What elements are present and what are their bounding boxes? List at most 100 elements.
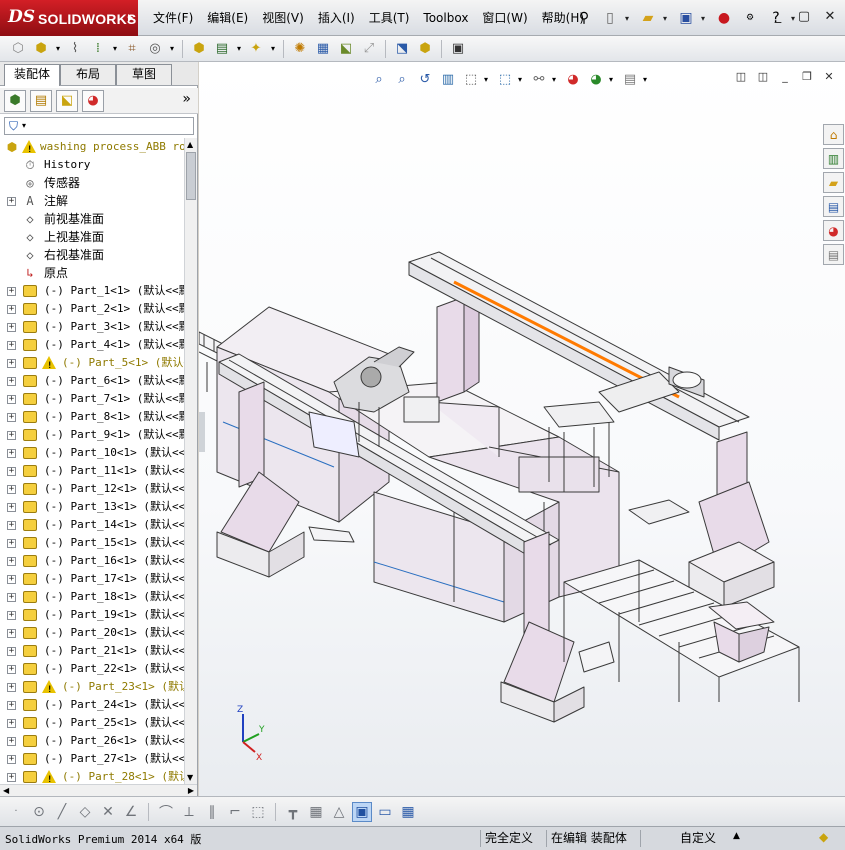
expand-toggle-icon[interactable]: + bbox=[7, 485, 16, 494]
open-folder-icon[interactable]: ▰ bbox=[637, 7, 659, 29]
tree-part-row[interactable]: + (-) Part_20<1> (默认<<暑 bbox=[0, 624, 184, 642]
line-icon[interactable]: ╱ bbox=[52, 802, 72, 822]
four-view-icon[interactable]: ▦ bbox=[398, 802, 418, 822]
tree-part-row[interactable]: + (-) Part_23<1> (默认 bbox=[0, 678, 184, 699]
tree-node[interactable]: ◎ 传感器 bbox=[0, 174, 184, 192]
feature-manager-icon[interactable]: ⬢ bbox=[4, 89, 26, 112]
expand-toggle-icon[interactable]: + bbox=[7, 611, 16, 620]
exploded-view-icon[interactable]: ⬕ bbox=[336, 39, 356, 59]
feature-tree-filter[interactable]: ⛉ ▾ bbox=[4, 117, 194, 135]
new-motion-study-icon[interactable]: ✺ bbox=[290, 39, 310, 59]
expand-toggle-icon[interactable]: + bbox=[7, 197, 16, 206]
scroll-right-arrow-icon[interactable]: ▶ bbox=[188, 786, 194, 795]
expand-toggle-icon[interactable]: + bbox=[7, 665, 16, 674]
expand-toggle-icon[interactable]: + bbox=[7, 413, 16, 422]
tree-part-row[interactable]: + (-) Part_14<1> (默认<<暑 bbox=[0, 516, 184, 534]
tree-horizontal-scrollbar[interactable]: ◀ ▶ bbox=[0, 784, 197, 796]
solidworks-logo-menu[interactable]: DS SOLIDWORKS bbox=[0, 0, 138, 36]
save-icon[interactable]: ▣ bbox=[675, 7, 697, 29]
bill-of-materials-icon[interactable]: ▦ bbox=[313, 39, 333, 59]
parallel-icon[interactable]: ∥ bbox=[202, 802, 222, 822]
graphics-area[interactable]: ⌕ ⌕ ↺ ▥ ⬚ ▾ ⬚ ▾ ⚯ ▾ ◕ ◕ ▾ ▤ ▾ ◫ ◫ _ ❐ ✕ … bbox=[199, 62, 845, 796]
expand-toggle-icon[interactable]: + bbox=[7, 341, 16, 350]
scroll-up-arrow-icon[interactable]: ▲ bbox=[187, 140, 193, 149]
reference-geometry-icon[interactable]: ✦ bbox=[246, 39, 266, 59]
expand-toggle-icon[interactable]: + bbox=[7, 629, 16, 638]
mate-dropdown-icon[interactable]: ▾ bbox=[54, 39, 62, 59]
tree-part-row[interactable]: + (-) Part_2<1> (默认<<默 bbox=[0, 300, 184, 318]
expand-toggle-icon[interactable]: + bbox=[7, 701, 16, 710]
menu-edit[interactable]: 编辑(E) bbox=[200, 6, 255, 30]
insert-component-icon[interactable]: ⬡ bbox=[8, 39, 28, 59]
property-manager-icon[interactable]: ▤ bbox=[30, 89, 52, 112]
diamond-icon[interactable]: ◇ bbox=[75, 802, 95, 822]
new-document-icon[interactable]: ▯ bbox=[599, 7, 621, 29]
expand-toggle-icon[interactable]: + bbox=[7, 539, 16, 548]
new-dropdown-icon[interactable]: ▾ bbox=[625, 14, 633, 23]
tree-part-row[interactable]: + (-) Part_16<1> (默认<<暑 bbox=[0, 552, 184, 570]
scroll-down-arrow-icon[interactable]: ▼ bbox=[187, 773, 193, 782]
point-icon[interactable]: · bbox=[6, 802, 26, 822]
display-manager-icon[interactable]: ◕ bbox=[82, 89, 104, 112]
expand-toggle-icon[interactable]: + bbox=[7, 647, 16, 656]
expand-toggle-icon[interactable]: + bbox=[7, 755, 16, 764]
tab-sketch[interactable]: 草图 bbox=[116, 64, 172, 85]
instant3d-icon[interactable]: ⬔ bbox=[392, 39, 412, 59]
tree-node[interactable]: ◇ 右视基准面 bbox=[0, 246, 184, 264]
move-component-icon[interactable]: ◎ bbox=[145, 39, 165, 59]
expand-toggle-icon[interactable]: + bbox=[7, 575, 16, 584]
tree-part-row[interactable]: + (-) Part_28<1> (默认< bbox=[0, 768, 184, 784]
expand-toggle-icon[interactable]: + bbox=[7, 449, 16, 458]
units-dropdown-icon[interactable]: ▲ bbox=[733, 831, 740, 841]
paperclip-icon[interactable]: ⌇ bbox=[65, 39, 85, 59]
quick-snap-icon[interactable]: ⌐ bbox=[225, 802, 245, 822]
linear-pattern-icon[interactable]: ⁞ bbox=[88, 39, 108, 59]
explode-line-sketch-icon[interactable]: ⤢ bbox=[359, 39, 379, 59]
grid-snap-icon[interactable]: ⬚ bbox=[248, 802, 268, 822]
update-speedpak-icon[interactable]: ⬢ bbox=[415, 39, 435, 59]
tree-part-row[interactable]: + (-) Part_19<1> (默认<<暑 bbox=[0, 606, 184, 624]
tree-part-row[interactable]: + (-) Part_7<1> (默认<<默 bbox=[0, 390, 184, 408]
tree-part-row[interactable]: + (-) Part_10<1> (默认<<暑 bbox=[0, 444, 184, 462]
grid-icon[interactable]: ▦ bbox=[306, 802, 326, 822]
perpendicular-icon[interactable]: ⟂ bbox=[179, 802, 199, 822]
tree-part-row[interactable]: + (-) Part_12<1> (默认<<暑 bbox=[0, 480, 184, 498]
menu-window[interactable]: 窗口(W) bbox=[475, 6, 534, 30]
single-view-icon[interactable]: ▭ bbox=[375, 802, 395, 822]
intersection-icon[interactable]: ✕ bbox=[98, 802, 118, 822]
tab-layout[interactable]: 布局 bbox=[60, 64, 116, 85]
expand-toggle-icon[interactable]: + bbox=[7, 503, 16, 512]
tree-part-row[interactable]: + (-) Part_17<1> (默认<<暑 bbox=[0, 570, 184, 588]
expand-toggle-icon[interactable]: + bbox=[7, 377, 16, 386]
tree-part-row[interactable]: + (-) Part_22<1> (默认<<暑 bbox=[0, 660, 184, 678]
expand-toggle-icon[interactable]: + bbox=[7, 521, 16, 530]
scroll-thumb[interactable] bbox=[186, 152, 196, 200]
tag-icon[interactable]: ◆ bbox=[819, 830, 835, 846]
pattern-dropdown-icon[interactable]: ▾ bbox=[111, 39, 119, 59]
ruler-icon[interactable]: ┳ bbox=[283, 802, 303, 822]
tree-node[interactable]: + A 注解 bbox=[0, 192, 184, 210]
menu-insert[interactable]: 插入(I) bbox=[311, 6, 362, 30]
assembly-3d-model[interactable] bbox=[199, 62, 845, 796]
menu-file[interactable]: 文件(F) bbox=[146, 6, 200, 30]
configuration-manager-icon[interactable]: ⬕ bbox=[56, 89, 78, 112]
expand-toggle-icon[interactable]: + bbox=[7, 593, 16, 602]
expand-toggle-icon[interactable]: + bbox=[7, 431, 16, 440]
expand-toggle-icon[interactable]: + bbox=[7, 305, 16, 314]
expand-toggle-icon[interactable]: + bbox=[7, 359, 16, 368]
center-point-icon[interactable]: ⊙ bbox=[29, 802, 49, 822]
expand-toggle-icon[interactable]: + bbox=[7, 287, 16, 296]
menu-tools[interactable]: 工具(T) bbox=[362, 6, 417, 30]
menu-toolbox[interactable]: Toolbox bbox=[416, 6, 475, 30]
panel-more-icon[interactable]: » bbox=[182, 91, 191, 107]
show-hidden-components-icon[interactable]: ⬢ bbox=[189, 39, 209, 59]
tree-part-row[interactable]: + (-) Part_13<1> (默认<<暑 bbox=[0, 498, 184, 516]
close-icon[interactable]: ✕ bbox=[821, 8, 839, 26]
tree-part-row[interactable]: + (-) Part_4<1> (默认<<默 bbox=[0, 336, 184, 354]
options-icon[interactable]: ⚙ bbox=[739, 7, 761, 29]
tree-part-row[interactable]: + (-) Part_9<1> (默认<<默 bbox=[0, 426, 184, 444]
filter-dropdown-icon[interactable]: ▾ bbox=[22, 121, 26, 130]
tree-part-row[interactable]: + (-) Part_27<1> (默认<<暑 bbox=[0, 750, 184, 768]
expand-toggle-icon[interactable]: + bbox=[7, 395, 16, 404]
units-custom[interactable]: 自定义 bbox=[676, 830, 720, 847]
